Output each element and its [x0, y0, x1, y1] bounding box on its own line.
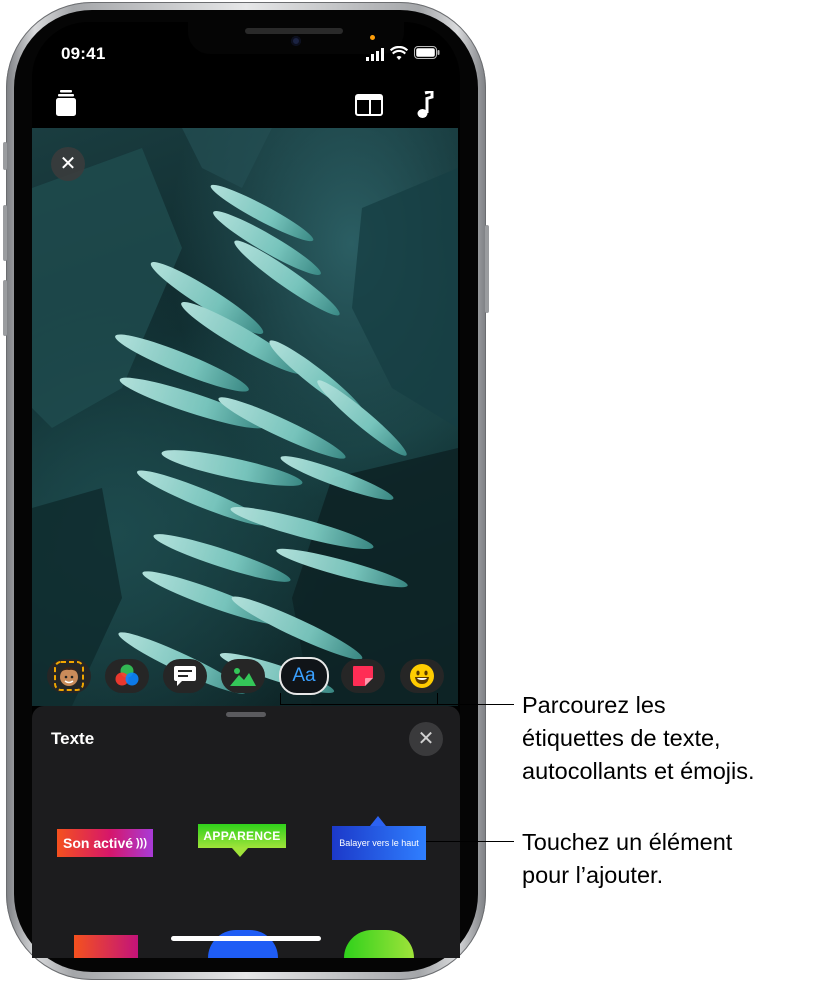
status-time: 09:41	[61, 44, 106, 63]
emoji-icon	[410, 664, 434, 688]
close-video-button[interactable]: ✕	[51, 147, 85, 181]
panel-grabber[interactable]	[226, 712, 266, 717]
sticker-label: APPARENCE	[203, 829, 281, 843]
callout-tap-line-1: Touchez un élément	[522, 829, 733, 855]
sticker-label: Balayer vers le haut	[339, 838, 419, 848]
privacy-indicator-dot	[370, 35, 375, 40]
speech-bubble-icon	[174, 666, 196, 686]
callout-browse-line-1: Parcourez les	[522, 692, 666, 718]
fish-school-image	[32, 128, 458, 706]
cellular-signal-icon	[366, 48, 384, 61]
sticker-apparence[interactable]: APPARENCE	[198, 824, 286, 848]
sticker-son-active[interactable]: Son activé )))	[57, 829, 153, 857]
callout-tap-line-2: pour l’ajouter.	[522, 862, 664, 888]
volume-down-button	[3, 280, 7, 336]
callout-line-tap	[426, 841, 514, 842]
image-effect-button[interactable]	[221, 659, 265, 693]
power-button	[485, 225, 489, 313]
callout-browse-line-3: autocollants et émojis.	[522, 758, 755, 784]
sticker-partial-1[interactable]	[74, 935, 138, 958]
sticker-balayer-tail	[370, 816, 386, 826]
memoji-icon	[54, 661, 84, 691]
text-icon: Aa	[292, 665, 316, 686]
titles-effect-button[interactable]	[163, 659, 207, 693]
wifi-icon	[390, 46, 408, 60]
sticker-icon	[353, 666, 373, 686]
sticker-apparence-tail	[232, 848, 248, 857]
filters-effect-button[interactable]	[105, 659, 149, 693]
text-effect-button[interactable]: Aa	[279, 657, 329, 695]
callout-browse: Parcourez les étiquettes de texte, autoc…	[522, 689, 755, 788]
volume-up-button	[3, 205, 7, 261]
silent-switch	[3, 142, 7, 170]
callout-browse-line-2: étiquettes de texte,	[522, 725, 721, 751]
music-note-icon[interactable]	[416, 91, 434, 119]
home-indicator[interactable]	[171, 936, 321, 941]
video-preview[interactable]	[32, 128, 458, 706]
sound-waves-icon: )))	[136, 837, 148, 849]
sticker-label: Son activé	[62, 835, 134, 851]
sticker-effect-button[interactable]	[341, 659, 385, 693]
emoji-effect-button[interactable]	[400, 659, 444, 693]
panel-title: Texte	[51, 729, 95, 748]
aspect-ratio-icon[interactable]	[355, 94, 383, 116]
battery-icon	[414, 46, 440, 59]
sticker-balayer-vers-le-haut[interactable]: Balayer vers le haut	[332, 826, 426, 860]
image-icon	[230, 668, 256, 686]
filters-icon	[115, 664, 139, 686]
callout-line-browse	[438, 704, 514, 705]
projects-stack-icon[interactable]	[56, 90, 76, 116]
memoji-effect-button[interactable]	[47, 659, 91, 693]
callout-tap: Touchez un élément pour l’ajouter.	[522, 826, 732, 892]
front-camera	[291, 36, 301, 46]
earpiece-speaker	[245, 28, 343, 34]
callout-bracket-bottom	[280, 704, 438, 705]
close-panel-button[interactable]: ✕	[409, 722, 443, 756]
